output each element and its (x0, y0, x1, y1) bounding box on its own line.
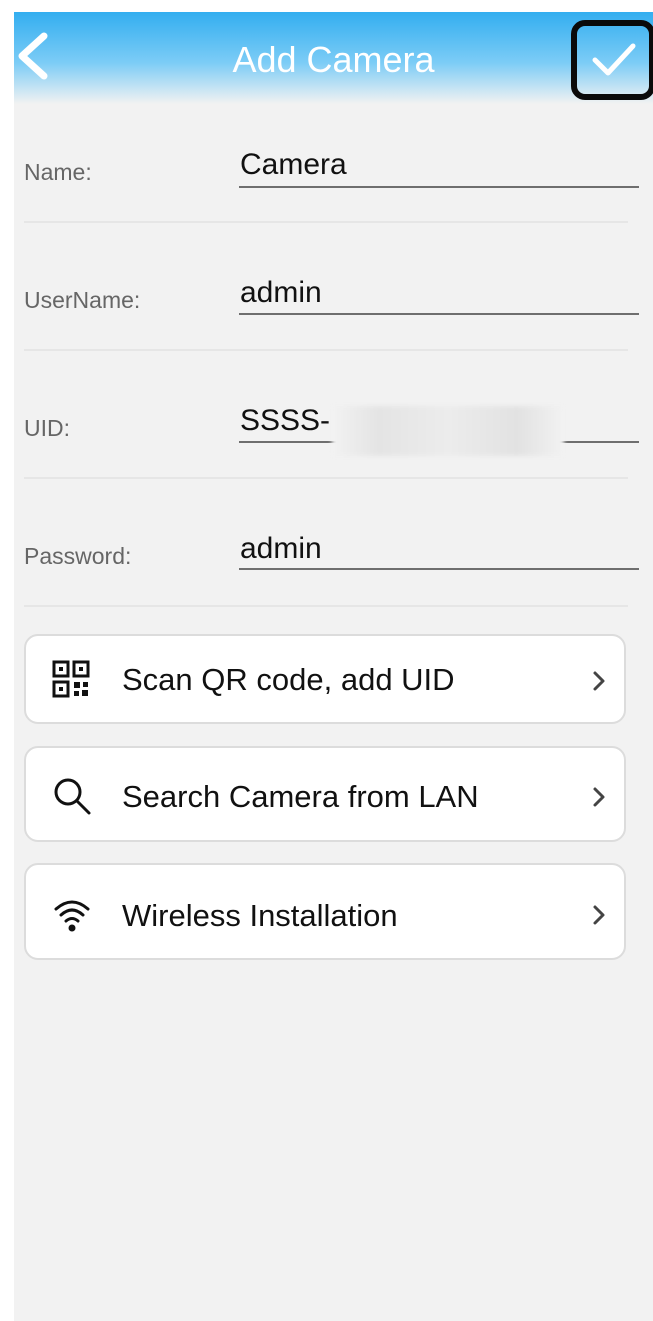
chevron-right-icon (593, 671, 605, 691)
checkmark-icon (592, 43, 636, 76)
confirm-button[interactable] (571, 20, 653, 100)
username-label: UserName: (24, 287, 141, 313)
divider (24, 477, 628, 479)
divider (24, 349, 628, 351)
search-lan-label: Search Camera from LAN (122, 779, 479, 814)
header-bar: Add Camera (14, 12, 653, 104)
username-input[interactable]: admin (240, 276, 322, 310)
name-row: Name: Camera (14, 104, 653, 232)
search-lan-button[interactable]: Search Camera from LAN (24, 746, 626, 842)
username-row: UserName: admin (14, 232, 653, 360)
uid-input[interactable]: SSSS- (240, 404, 330, 438)
scan-qr-button[interactable]: Scan QR code, add UID (24, 634, 626, 724)
username-underline (239, 313, 639, 315)
screen: Add Camera Name: Camera UserName: admin … (14, 12, 653, 1321)
chevron-right-icon (593, 905, 605, 925)
name-underline (239, 186, 639, 188)
name-label: Name: (24, 159, 92, 185)
wireless-installation-button[interactable]: Wireless Installation (24, 863, 626, 960)
search-icon (54, 778, 91, 815)
password-label: Password: (24, 543, 132, 569)
uid-label: UID: (24, 415, 70, 441)
chevron-right-icon (593, 787, 605, 807)
divider (24, 605, 628, 607)
password-row: Password: admin (14, 488, 653, 616)
wireless-installation-label: Wireless Installation (122, 898, 398, 933)
qr-code-icon (52, 660, 90, 698)
password-input[interactable]: admin (240, 532, 322, 566)
scan-qr-label: Scan QR code, add UID (122, 662, 455, 697)
page-title: Add Camera (232, 39, 435, 80)
wifi-icon (54, 900, 90, 932)
uid-redaction-blur (332, 406, 564, 456)
name-input[interactable]: Camera (240, 148, 347, 182)
password-underline (239, 568, 639, 570)
divider (24, 221, 628, 223)
